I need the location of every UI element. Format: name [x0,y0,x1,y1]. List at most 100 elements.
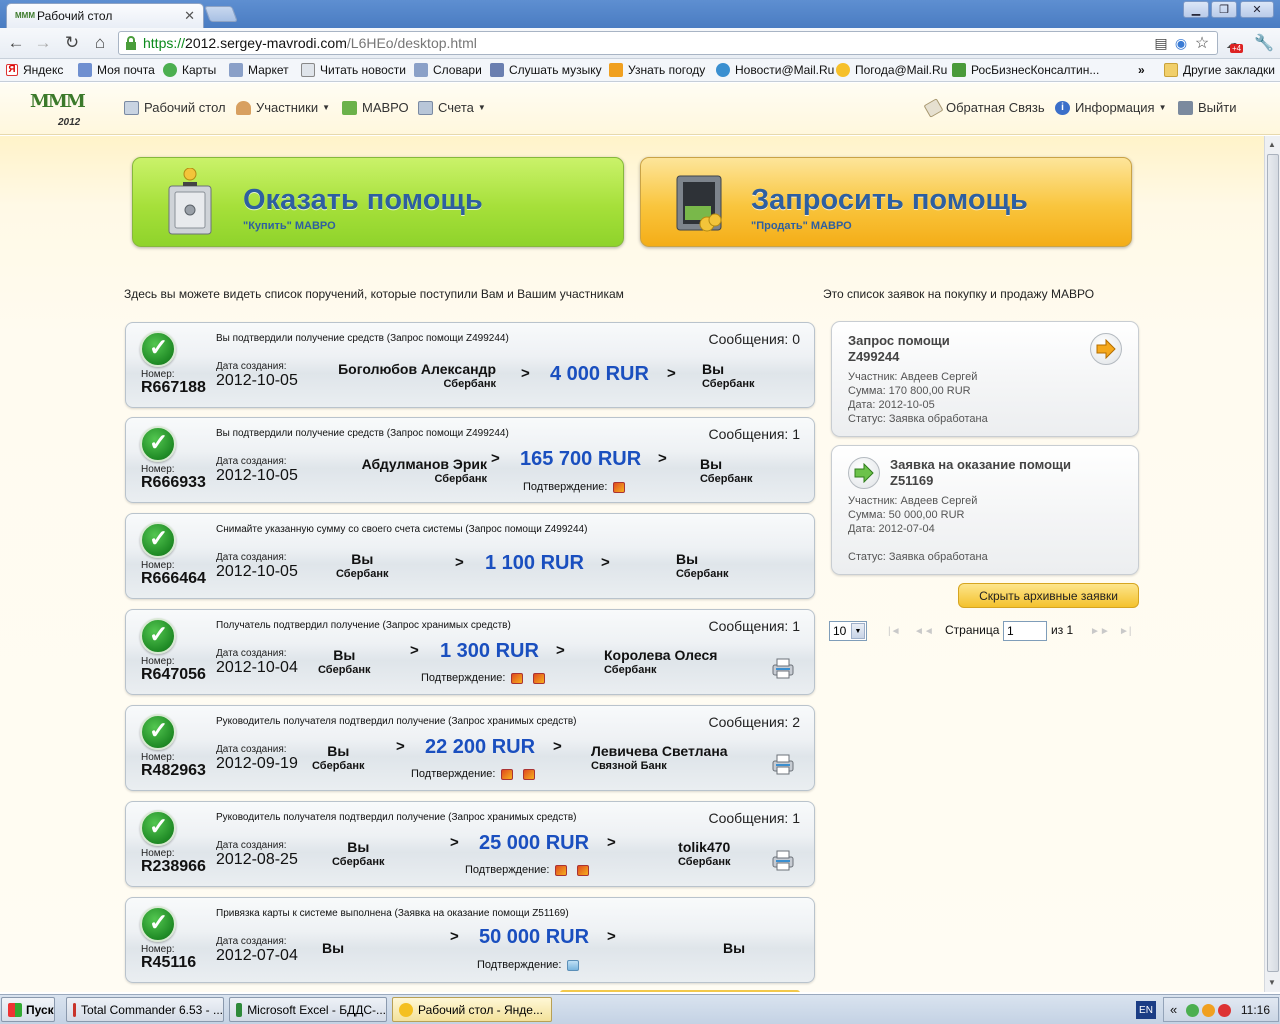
order-card[interactable]: ✓ Номер: R666933 Вы подтвердили получени… [125,417,815,503]
last-page-icon[interactable]: ►| [1119,626,1132,637]
address-bar[interactable]: https://2012.sergey-mavrodi.com/L6HEo/de… [118,31,1218,55]
start-button[interactable]: Пуск [1,997,55,1022]
recipient: Вы Сбербанк [702,361,755,390]
minimize-button[interactable]: ▁ [1183,1,1209,18]
mavro-icon [342,100,357,115]
request-card[interactable]: Запрос помощи Z499244 Участник: Авдеев Се… [831,321,1139,437]
maximize-button[interactable]: ❐ [1211,1,1237,18]
printer-icon[interactable] [770,752,796,776]
first-page-icon[interactable]: |◄ [888,626,901,637]
order-card[interactable]: ✓ Номер: R647056 Получатель подтвердил п… [125,609,815,695]
clock[interactable]: 11:16 [1241,1003,1270,1017]
home-icon[interactable]: ⌂ [89,32,111,54]
bookmark-maps[interactable]: Карты [163,63,216,77]
mmm-logo[interactable]: МММ 2012 [30,91,86,131]
scroll-up-icon[interactable]: ▲ [1268,140,1276,149]
messages-count[interactable]: Сообщения: 0 [708,331,800,347]
page-number-input[interactable] [1003,621,1047,641]
confirmation-image-icon[interactable] [501,768,514,780]
menu-feedback[interactable]: Обратная Связь [923,97,1045,118]
order-card[interactable]: ✓ Номер: R238966 Руководитель получателя… [125,801,815,887]
bookmark-weather-mailru[interactable]: Погода@Mail.Ru [836,63,947,77]
confirmation-image-icon[interactable] [511,672,524,684]
sender: Вы Сбербанк [336,551,389,580]
confirmation-image-icon[interactable] [523,768,536,780]
next-page-icon[interactable]: ►► [1090,626,1110,637]
order-card[interactable]: ✓ Номер: R482963 Руководитель получателя… [125,705,815,791]
order-card[interactable]: ✓ Номер: R45116 Привязка карты к системе… [125,897,815,983]
tray-expand-icon[interactable]: « [1170,1002,1177,1017]
request-help-button[interactable]: Запросить помощь "Продать" МАВРО [640,157,1132,247]
hide-archive-button[interactable]: Скрыть архивные заявки [958,583,1139,608]
menu-mavro[interactable]: МАВРО [342,100,409,115]
menu-participants[interactable]: Участники ▼ [236,100,330,115]
windows-logo-icon [8,1002,22,1017]
confirmation-image-icon[interactable] [555,864,568,876]
menu-desktop[interactable]: Рабочий стол [124,100,226,115]
taskbar-browser[interactable]: Рабочий стол - Янде... [392,997,552,1022]
arrow-right-icon: > [410,642,419,659]
bookmark-mail[interactable]: Моя почта [78,63,155,77]
tab-desktop[interactable]: MMM Рабочий стол ✕ [6,3,204,28]
taskbar-total-commander[interactable]: Total Commander 6.53 - ... [66,997,224,1022]
messages-count[interactable]: Сообщения: 1 [708,810,800,826]
prev-page-icon[interactable]: ◄◄ [914,626,934,637]
give-help-button[interactable]: Оказать помощь "Купить" МАВРО [132,157,624,247]
order-amount: 1 300 RUR [440,640,539,662]
bookmark-news-mailru[interactable]: Новости@Mail.Ru [716,63,834,77]
page-size-select[interactable]: 10 ▼ [829,621,867,641]
tray-app-icon[interactable] [1218,1004,1231,1017]
bookmark-rbc[interactable]: РосБизнесКонсалтин... [952,63,1099,77]
confirmation-image-icon[interactable] [613,481,626,493]
menu-accounts[interactable]: Счета ▼ [418,100,486,115]
bookmarks-overflow[interactable]: » [1138,63,1145,77]
taskbar-excel[interactable]: Microsoft Excel - БДДС-... [229,997,387,1022]
total-commander-icon [73,1002,76,1017]
close-window-button[interactable]: ✕ [1240,1,1274,18]
translate-icon[interactable]: ◉ [1170,32,1192,54]
language-indicator[interactable]: EN [1136,1001,1156,1019]
bookmark-music[interactable]: Слушать музыку [490,63,602,77]
forward-icon[interactable]: → [32,32,54,54]
bookmark-dictionaries[interactable]: Словари [414,63,482,77]
request-sum: Сумма: 50 000,00 RUR [848,509,965,521]
tray-app-icon[interactable] [1202,1004,1215,1017]
printer-icon[interactable] [770,656,796,680]
tray-app-icon[interactable] [1186,1004,1199,1017]
messages-count[interactable]: Сообщения: 1 [708,426,800,442]
bookmark-news[interactable]: Читать новости [301,63,406,77]
arrow-right-icon[interactable] [848,457,880,489]
scrollbar-thumb[interactable] [1267,154,1279,972]
arrow-right-icon[interactable] [1090,333,1122,365]
bookmark-yandex[interactable]: Я Яндекс [6,63,63,77]
bookmark-weather[interactable]: Узнать погоду [609,63,705,77]
confirmation-image-icon[interactable] [533,672,546,684]
tab-close-icon[interactable]: ✕ [184,8,195,24]
printer-icon[interactable] [770,848,796,872]
request-participant: Участник: Авдеев Сергей [848,371,978,383]
order-card[interactable]: ✓ Номер: R666464 Снимайте указанную сумм… [125,513,815,599]
messages-count[interactable]: Сообщения: 1 [708,618,800,634]
messages-count[interactable]: Сообщения: 2 [708,714,800,730]
menu-logout[interactable]: Выйти [1178,100,1237,115]
wrench-icon[interactable]: 🔧 [1253,32,1275,54]
request-card[interactable]: Заявка на оказание помощи Z51169 Участник… [831,445,1139,575]
bookmark-market[interactable]: Маркет [229,63,289,77]
recipient: Вы [723,940,745,956]
scroll-down-icon[interactable]: ▼ [1268,978,1276,987]
order-number: R667188 [141,379,206,396]
order-card[interactable]: ✓ Номер: R667188 Вы подтвердили получени… [125,322,815,408]
back-icon[interactable]: ← [5,32,27,54]
menu-info[interactable]: i Информация ▼ [1055,100,1167,115]
star-icon[interactable]: ☆ [1191,32,1213,54]
other-bookmarks[interactable]: Другие закладки [1164,63,1275,77]
order-number: R666464 [141,570,206,587]
card-image-icon[interactable] [567,959,580,971]
taskbar-label: Microsoft Excel - БДДС-... [247,1002,386,1017]
reload-icon[interactable]: ↻ [61,32,83,54]
page-icon[interactable]: ▤ [1150,32,1172,54]
page-scrollbar[interactable]: ▲ ▼ [1264,136,1280,992]
confirmation-image-icon[interactable] [577,864,590,876]
request-participant: Участник: Авдеев Сергей [848,495,978,507]
new-tab-button[interactable] [204,6,238,22]
